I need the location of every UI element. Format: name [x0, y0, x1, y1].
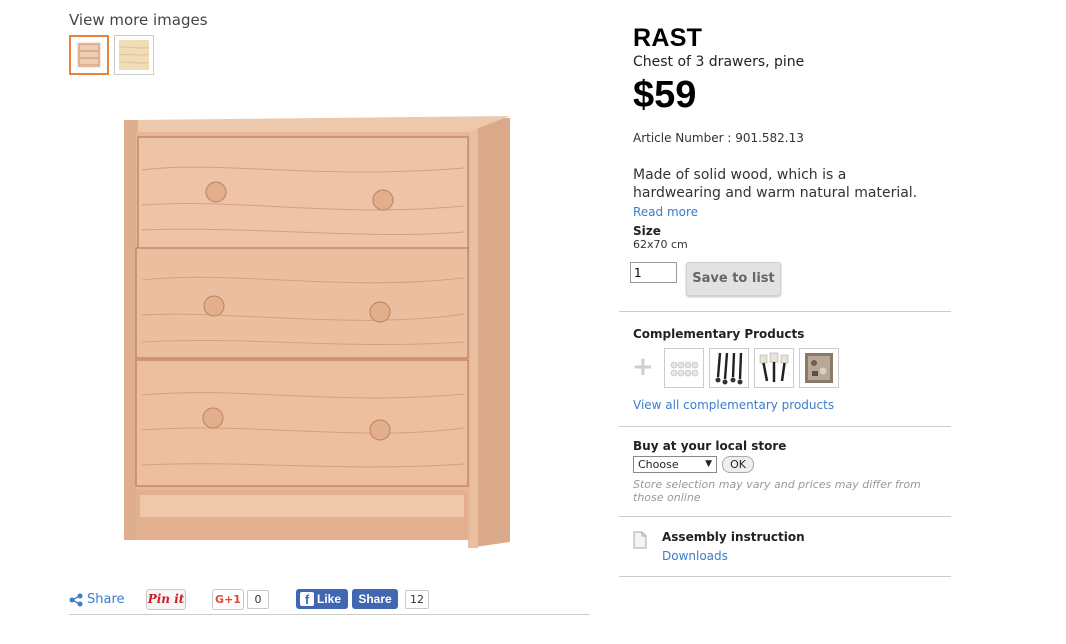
facebook-like-label: Like: [317, 592, 342, 606]
save-to-list-button[interactable]: Save to list: [686, 262, 781, 296]
google-plus-button[interactable]: G+1: [212, 589, 244, 610]
facebook-like-button[interactable]: f Like: [296, 589, 348, 609]
google-plus-count: 0: [247, 590, 269, 609]
chest-thumbnail-icon: [77, 42, 101, 68]
social-share-bar: Share Pin it G+1 0 f Like Share 12: [69, 588, 590, 615]
knobs-icon: [670, 361, 699, 377]
product-image-chest-of-drawers: [124, 116, 510, 548]
share-label: Share: [87, 592, 125, 607]
divider: [619, 516, 951, 517]
product-price: $59: [633, 74, 697, 116]
plus-icon: +: [632, 352, 654, 382]
view-more-images-label: View more images: [69, 11, 208, 29]
storage-box-icon: [805, 353, 833, 383]
complementary-product-box[interactable]: [799, 348, 839, 388]
pinterest-pin-button[interactable]: Pin it: [146, 589, 186, 610]
store-selection-note: Store selection may vary and prices may …: [633, 478, 921, 504]
size-value: 62x70 cm: [633, 238, 688, 251]
article-number: Article Number : 901.582.13: [633, 131, 804, 145]
facebook-icon: f: [300, 592, 314, 607]
size-label: Size: [633, 224, 661, 238]
store-ok-button[interactable]: OK: [722, 456, 754, 473]
complementary-product-brushes[interactable]: [754, 348, 794, 388]
thumbnail-front[interactable]: [69, 35, 109, 75]
store-select-value: Choose: [638, 458, 679, 471]
furniture-legs-icon: [715, 352, 743, 385]
product-description: Made of solid wood, which is a hardweari…: [633, 167, 918, 201]
share-icon: [69, 593, 83, 606]
document-icon: [633, 531, 647, 549]
dropdown-arrow-icon: ▼: [705, 459, 712, 469]
store-select[interactable]: Choose ▼: [633, 456, 717, 473]
complementary-products-title: Complementary Products: [633, 327, 805, 341]
divider: [619, 311, 951, 312]
facebook-share-count: 12: [405, 590, 429, 609]
quantity-input[interactable]: [630, 262, 677, 283]
downloads-link[interactable]: Downloads: [662, 549, 728, 563]
assembly-instruction-title: Assembly instruction: [662, 530, 805, 544]
view-all-complementary-link[interactable]: View all complementary products: [633, 398, 834, 412]
share-link[interactable]: Share: [69, 592, 125, 607]
paint-brushes-icon: [759, 352, 789, 382]
thumbnail-detail[interactable]: [114, 35, 154, 75]
facebook-share-button[interactable]: Share: [352, 589, 398, 609]
wood-texture-thumbnail-icon: [119, 40, 149, 70]
local-store-title: Buy at your local store: [633, 439, 787, 453]
read-more-link[interactable]: Read more: [633, 205, 698, 219]
divider: [619, 576, 951, 577]
complementary-product-knobs[interactable]: [664, 348, 704, 388]
product-name: RAST: [633, 24, 703, 52]
complementary-product-legs[interactable]: [709, 348, 749, 388]
product-subtitle: Chest of 3 drawers, pine: [633, 54, 805, 70]
divider: [619, 426, 951, 427]
